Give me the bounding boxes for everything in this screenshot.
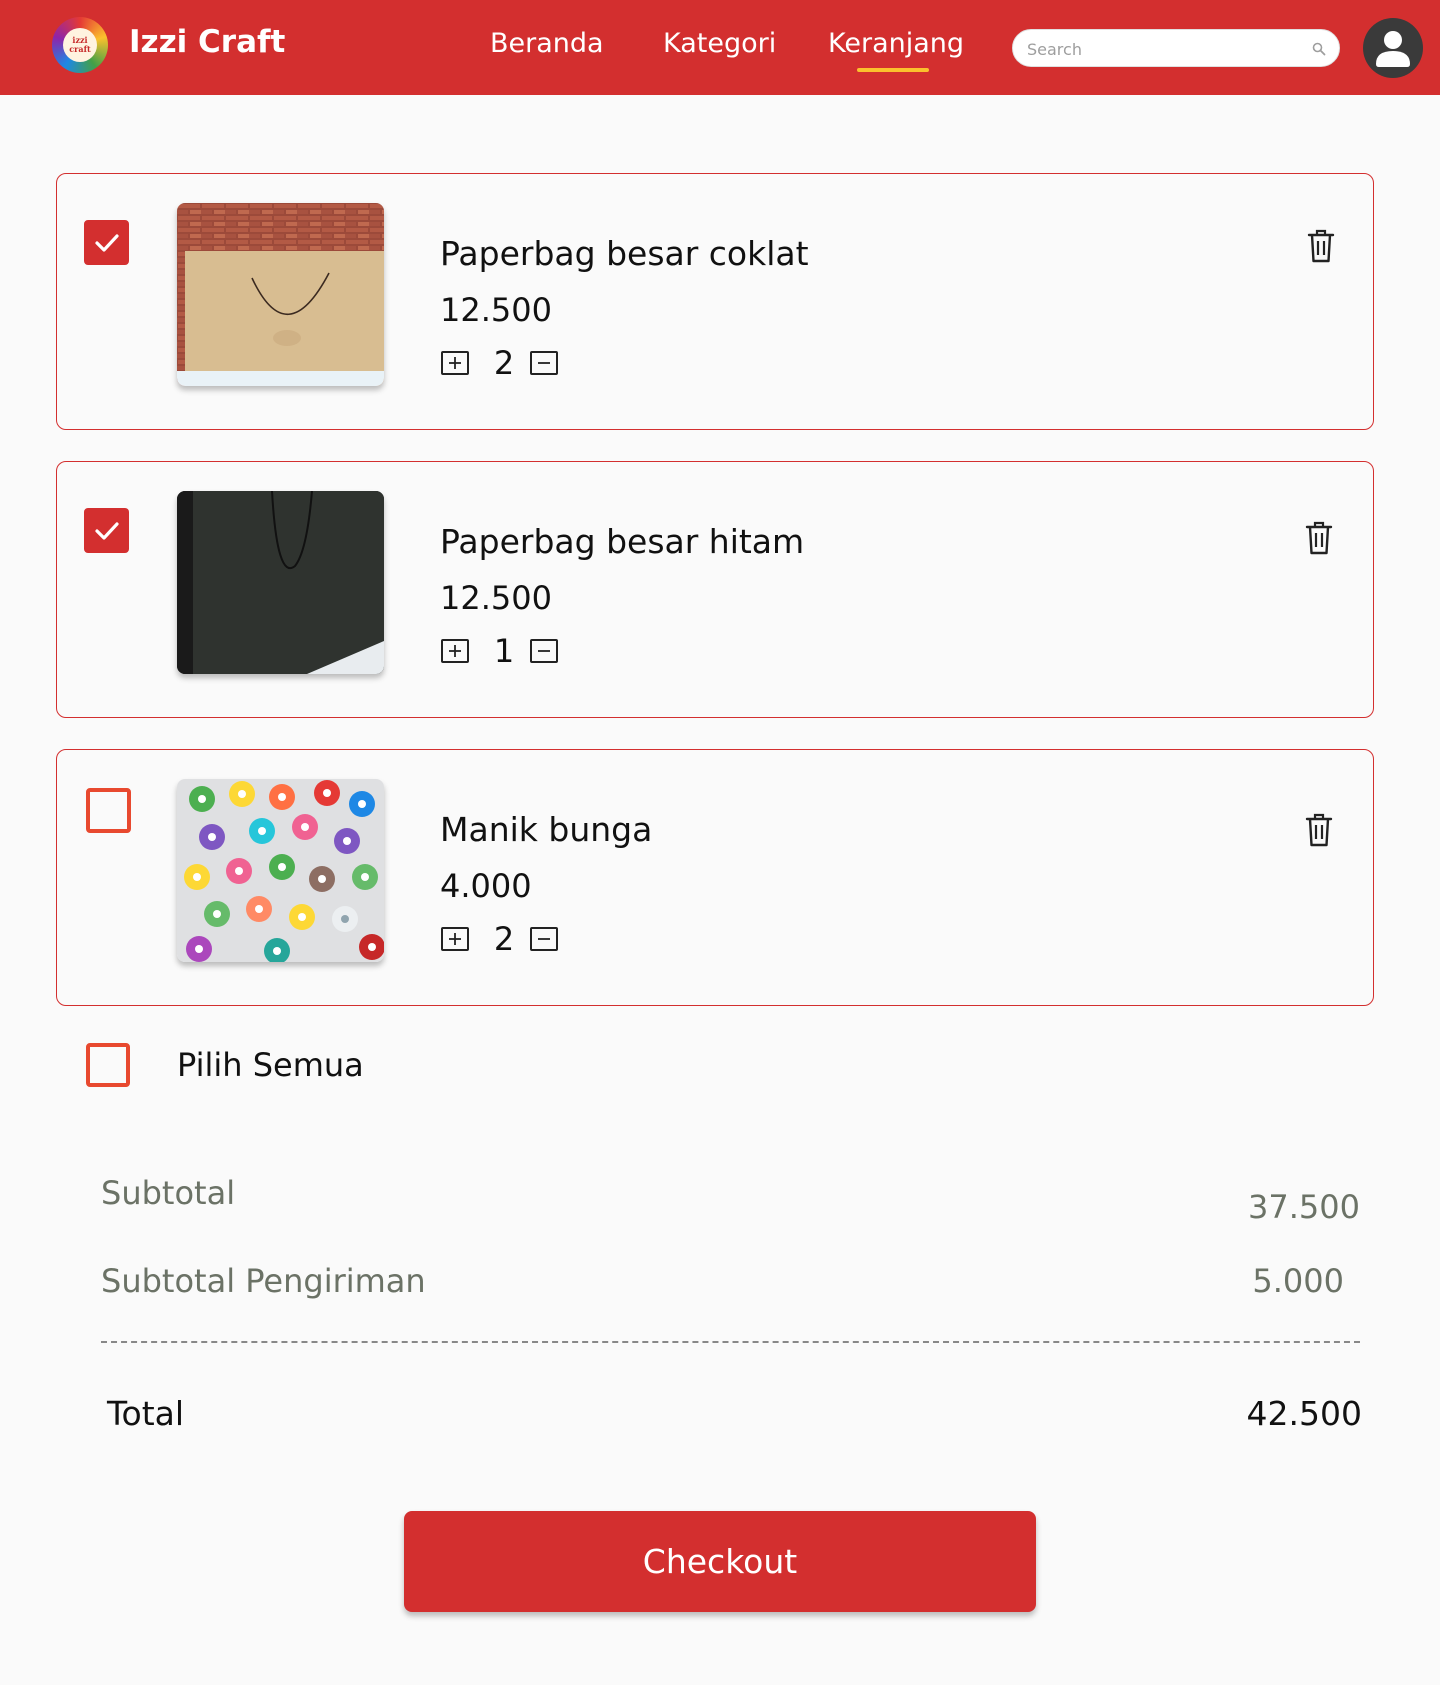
item-checkbox[interactable] [84, 220, 129, 265]
top-navbar: izzi craft Izzi Craft Beranda Kategori K… [0, 0, 1440, 95]
plus-icon [449, 933, 461, 945]
flower-beads-image [177, 779, 384, 962]
decrease-quantity-button[interactable] [530, 927, 558, 951]
subtotal-label: Subtotal [101, 1174, 236, 1212]
check-icon [94, 233, 119, 252]
decrease-quantity-button[interactable] [530, 639, 558, 663]
search-icon[interactable] [1311, 41, 1327, 57]
quantity-value: 1 [493, 632, 515, 670]
increase-quantity-button[interactable] [441, 351, 469, 375]
brown-paperbag-image [177, 203, 384, 386]
summary-divider [101, 1341, 1360, 1343]
trash-icon[interactable] [1307, 228, 1335, 264]
product-image[interactable] [177, 203, 384, 386]
shipping-label: Subtotal Pengiriman [101, 1262, 426, 1300]
brand-name[interactable]: Izzi Craft [129, 24, 285, 60]
brand-logo-text: izzi craft [63, 28, 97, 62]
check-icon [94, 521, 119, 540]
shipping-value: 5.000 [1252, 1262, 1344, 1300]
product-price: 12.500 [440, 579, 552, 617]
increase-quantity-button[interactable] [441, 927, 469, 951]
minus-icon [538, 362, 550, 364]
minus-icon [538, 938, 550, 940]
quantity-value: 2 [493, 920, 515, 958]
total-label: Total [107, 1394, 185, 1433]
checkout-button[interactable]: Checkout [404, 1511, 1036, 1612]
minus-icon [538, 650, 550, 652]
total-value: 42.500 [1246, 1394, 1362, 1433]
subtotal-value: 37.500 [1248, 1188, 1360, 1226]
nav-link-beranda[interactable]: Beranda [490, 28, 604, 59]
item-checkbox[interactable] [86, 788, 131, 833]
item-checkbox[interactable] [84, 508, 129, 553]
product-name[interactable]: Paperbag besar hitam [440, 522, 804, 561]
plus-icon [449, 357, 461, 369]
product-price: 12.500 [440, 291, 552, 329]
user-silhouette-icon [1376, 31, 1410, 67]
decrease-quantity-button[interactable] [530, 351, 558, 375]
select-all-checkbox[interactable] [86, 1043, 130, 1087]
cart-item: Manik bunga 4.000 2 [56, 749, 1374, 1006]
brand-logo[interactable]: izzi craft [52, 17, 108, 73]
quantity-value: 2 [493, 344, 515, 382]
cart-item: Paperbag besar hitam 12.500 1 [56, 461, 1374, 718]
product-price: 4.000 [440, 867, 532, 905]
search-input[interactable] [1027, 38, 1297, 60]
active-nav-indicator [857, 68, 929, 72]
search-box [1012, 29, 1340, 67]
black-paperbag-image [177, 491, 384, 674]
product-name[interactable]: Paperbag besar coklat [440, 234, 809, 273]
cart-item: Paperbag besar coklat 12.500 2 [56, 173, 1374, 430]
trash-icon[interactable] [1305, 520, 1333, 556]
select-all-label[interactable]: Pilih Semua [177, 1046, 364, 1084]
product-image[interactable] [177, 491, 384, 674]
nav-link-keranjang[interactable]: Keranjang [828, 28, 964, 59]
plus-icon [449, 645, 461, 657]
increase-quantity-button[interactable] [441, 639, 469, 663]
nav-link-kategori[interactable]: Kategori [663, 28, 776, 59]
product-image[interactable] [177, 779, 384, 962]
trash-icon[interactable] [1305, 812, 1333, 848]
user-avatar-icon[interactable] [1363, 18, 1423, 78]
product-name[interactable]: Manik bunga [440, 810, 652, 849]
